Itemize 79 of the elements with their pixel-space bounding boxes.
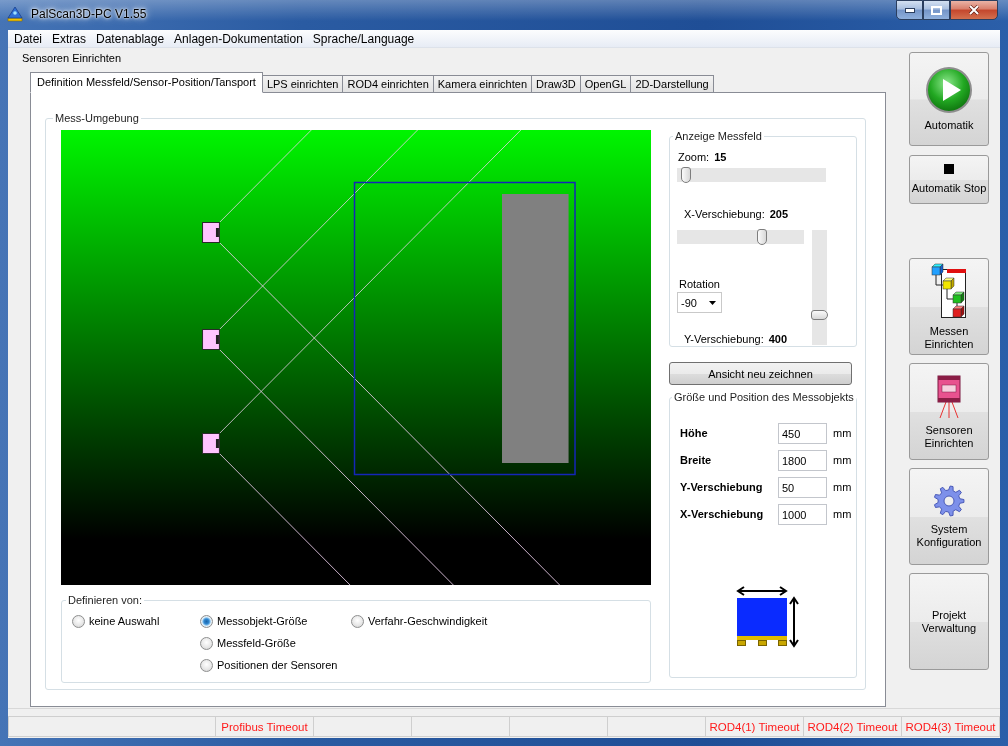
group-title: Anzeige Messfeld — [674, 130, 763, 143]
close-icon — [968, 5, 980, 15]
slider-thumb[interactable] — [756, 229, 767, 245]
slider-track[interactable] — [812, 230, 827, 345]
menu-item[interactable]: Datenablage — [91, 30, 170, 47]
status-message: Profibus Timeout — [215, 716, 314, 737]
rotation-label: Rotation — [679, 278, 720, 291]
radio-icon[interactable] — [200, 659, 213, 672]
unit-label: mm — [833, 454, 852, 467]
slider-track[interactable] — [677, 168, 826, 182]
slider-value: 205 — [769, 208, 789, 221]
field-label: Höhe — [680, 427, 708, 440]
status-message: ROD4(3) Timeout — [901, 716, 1000, 737]
number-field[interactable]: 50 — [778, 477, 827, 498]
sidebar-button[interactable]: Automatik — [909, 52, 989, 146]
slider-thumb[interactable] — [681, 167, 692, 183]
tab[interactable]: Draw3D — [531, 75, 581, 93]
radio-option[interactable]: Messfeld-Größe — [200, 637, 296, 650]
radio-icon[interactable] — [72, 615, 85, 628]
field-label: Breite — [680, 454, 712, 467]
menu-item[interactable]: Extras — [47, 30, 92, 47]
gear-icon — [933, 484, 965, 517]
caret-icon — [709, 300, 716, 305]
status-message: ROD4(1) Timeout — [705, 716, 804, 737]
radio-option[interactable]: Messobjekt-Größe — [200, 615, 308, 628]
menu-item[interactable]: Datei — [9, 30, 47, 47]
group-title: Definieren von: — [67, 594, 143, 607]
status-message: ROD4(2) Timeout — [803, 716, 902, 737]
play-icon — [926, 66, 972, 113]
minimize-button[interactable] — [896, 0, 923, 20]
sensor-device-icon — [934, 373, 964, 418]
pallet-dimensions-icon — [735, 586, 801, 648]
app-icon — [7, 5, 23, 22]
slider-value: 400 — [768, 333, 788, 346]
slider-label: X-Verschiebung: — [684, 208, 765, 221]
slider-value: 15 — [714, 151, 727, 164]
number-field[interactable]: 1000 — [778, 504, 827, 525]
slider-thumb[interactable] — [811, 309, 828, 320]
menu-item[interactable]: Sprache/Language — [307, 30, 420, 47]
number-field[interactable]: 450 — [778, 423, 827, 444]
radio-option[interactable]: Verfahr-Geschwindigkeit — [351, 615, 488, 628]
maximize-icon — [931, 5, 942, 15]
unit-label: mm — [833, 481, 852, 494]
sidebar-button[interactable]: Automatik Stop — [909, 155, 989, 204]
slider-track[interactable] — [677, 230, 804, 244]
radio-icon[interactable] — [200, 615, 213, 628]
slider-label: Zoom: — [678, 151, 710, 164]
flowchart-icon — [931, 262, 967, 319]
redraw-button[interactable]: Ansicht neu zeichnen — [669, 362, 852, 385]
tab[interactable]: LPS einrichten — [261, 75, 344, 93]
tab[interactable]: ROD4 einrichten — [342, 75, 434, 93]
close-button[interactable] — [950, 0, 998, 20]
radio-option[interactable]: Positionen der Sensoren — [200, 659, 338, 672]
unit-label: mm — [833, 508, 852, 521]
group-title: Mess-Umgebung — [54, 112, 140, 125]
tab[interactable]: Kamera einrichten — [432, 75, 533, 93]
sidebar-button[interactable]: Projekt Verwaltung — [909, 573, 989, 670]
tab[interactable]: OpenGL — [579, 75, 632, 93]
menu-item[interactable]: Anlagen-Dokumentation — [169, 30, 308, 47]
radio-icon[interactable] — [200, 637, 213, 650]
section-title: Sensoren Einrichten — [22, 52, 122, 65]
slider-label: Y-Verschiebung: — [684, 333, 764, 346]
radio-option[interactable]: keine Auswahl — [72, 615, 160, 628]
rotation-dropdown[interactable]: -90 — [677, 292, 722, 313]
number-field[interactable]: 1800 — [778, 450, 827, 471]
window-title: PalScan3D-PC V1.55 — [30, 6, 148, 21]
stop-icon — [944, 164, 954, 174]
sidebar-button[interactable]: Sensoren Einrichten — [909, 363, 989, 460]
tab[interactable]: Definition Messfeld/Sensor-Position/Tansport — [30, 72, 263, 93]
sidebar-button[interactable]: Messen Einrichten — [909, 258, 989, 355]
field-label: X-Verschiebung — [680, 508, 764, 521]
tab[interactable]: 2D-Darstellung — [630, 75, 714, 93]
unit-label: mm — [833, 427, 852, 440]
radio-icon[interactable] — [351, 615, 364, 628]
field-label: Y-Verschiebung — [680, 481, 763, 494]
maximize-button[interactable] — [923, 0, 950, 20]
minimize-icon — [904, 7, 915, 13]
group-title: Größe und Position des Messobjekts — [673, 391, 855, 404]
sidebar-button[interactable]: System Konfiguration — [909, 468, 989, 565]
